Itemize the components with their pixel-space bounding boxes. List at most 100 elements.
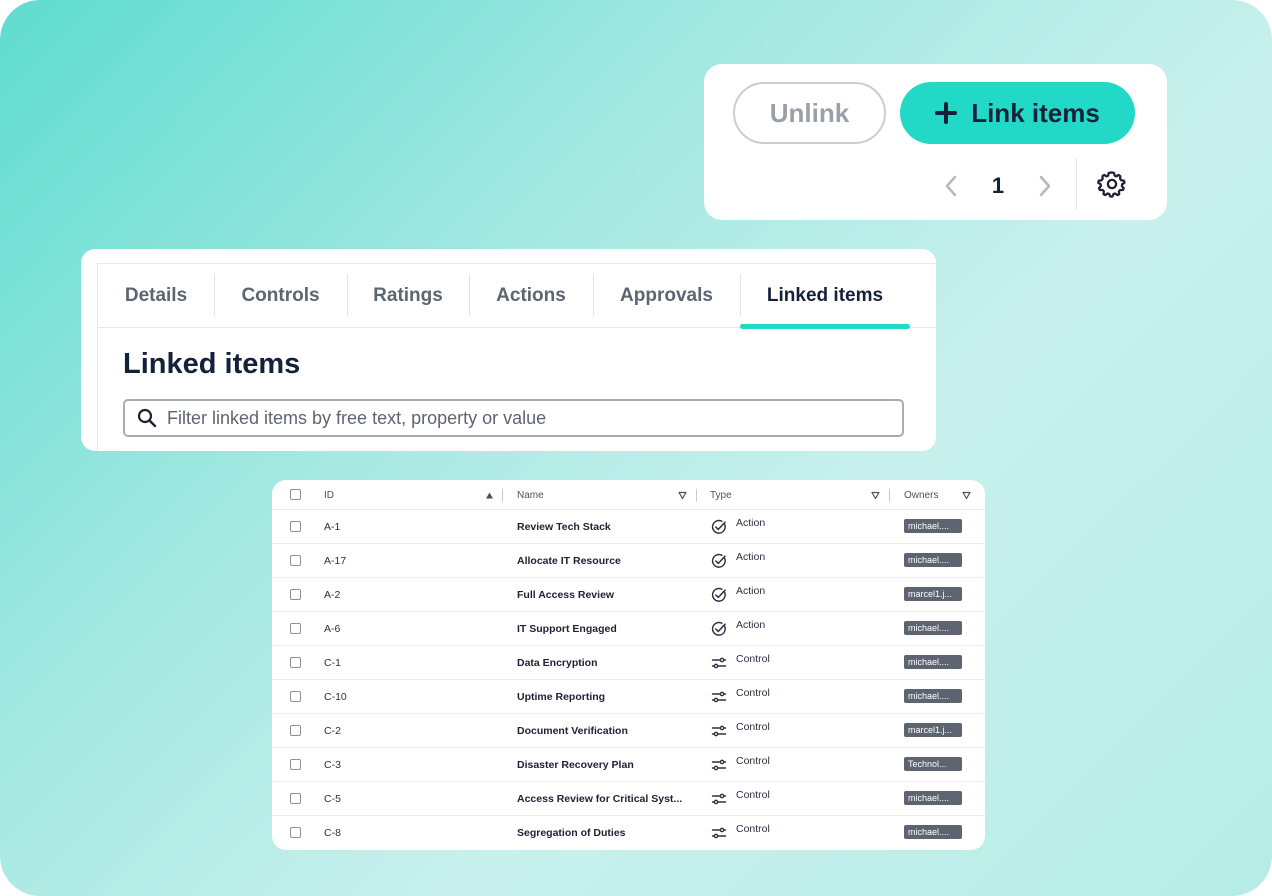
owner-badge[interactable]: marcel1.j... [904, 587, 962, 601]
column-separator [502, 489, 503, 502]
filter-field[interactable] [123, 399, 904, 437]
plus-icon [935, 102, 958, 124]
owner-badge[interactable]: michael.... [904, 553, 962, 567]
search-icon [137, 408, 157, 428]
owner-badge[interactable]: michael.... [904, 519, 962, 533]
row-checkbox[interactable] [290, 827, 301, 838]
row-checkbox[interactable] [290, 623, 301, 634]
chevron-left-icon [945, 175, 957, 197]
row-checkbox[interactable] [290, 589, 301, 600]
owner-badge[interactable]: michael.... [904, 689, 962, 703]
linked-items-panel: Details Controls Ratings Actions Approva… [81, 249, 936, 451]
table-row[interactable]: A-1 Review Tech Stack Action michael.... [272, 510, 985, 544]
row-name[interactable]: Allocate IT Resource [517, 544, 687, 578]
row-id: A-17 [324, 555, 347, 567]
gear-icon[interactable] [1097, 169, 1127, 199]
table-row[interactable]: C-10 Uptime Reporting Control michael.... [272, 680, 985, 714]
table-header: ID Name Type Owners [272, 480, 985, 510]
row-id: C-5 [324, 793, 341, 805]
control-sliders-icon [711, 689, 727, 705]
row-name[interactable]: Access Review for Critical Syst... [517, 782, 687, 816]
link-items-label: Link items [971, 97, 1100, 128]
divider [1076, 158, 1077, 210]
owner-badge[interactable]: Technol... [904, 757, 962, 771]
owner-badge[interactable]: michael.... [904, 791, 962, 805]
owner-badge[interactable]: michael.... [904, 621, 962, 635]
tab-controls[interactable]: Controls [214, 264, 347, 328]
row-name[interactable]: Uptime Reporting [517, 680, 687, 714]
row-type: Action [736, 585, 766, 597]
row-type: Control [736, 687, 770, 699]
row-type: Control [736, 789, 770, 801]
row-checkbox[interactable] [290, 657, 301, 668]
row-name[interactable]: Review Tech Stack [517, 510, 687, 544]
tab-bar: Details Controls Ratings Actions Approva… [98, 264, 936, 329]
tab-linked-items[interactable]: Linked items [740, 264, 910, 329]
owner-badge[interactable]: michael.... [904, 655, 962, 669]
tab-ratings[interactable]: Ratings [347, 264, 469, 328]
row-checkbox[interactable] [290, 691, 301, 702]
column-header-type[interactable]: Type [710, 480, 732, 510]
filter-icon[interactable] [871, 491, 880, 500]
row-id: C-1 [324, 657, 341, 669]
action-check-icon [711, 587, 727, 603]
row-id: A-6 [324, 623, 341, 635]
sort-ascending-icon[interactable] [485, 491, 494, 500]
pagination: 1 [936, 164, 1060, 208]
row-checkbox[interactable] [290, 521, 301, 532]
link-items-button[interactable]: Link items [900, 82, 1135, 144]
current-page: 1 [991, 173, 1005, 198]
table-row[interactable]: A-17 Allocate IT Resource Action michael...… [272, 544, 985, 578]
owner-badge[interactable]: marcel1.j... [904, 723, 962, 737]
row-type: Control [736, 653, 770, 665]
row-name[interactable]: Document Verification [517, 714, 687, 748]
filter-input[interactable] [167, 407, 887, 429]
tab-actions[interactable]: Actions [469, 264, 593, 328]
table-row[interactable]: C-5 Access Review for Critical Syst... Con… [272, 782, 985, 816]
row-type: Control [736, 755, 770, 767]
next-page-button[interactable] [1030, 166, 1060, 206]
row-name[interactable]: IT Support Engaged [517, 612, 687, 646]
row-checkbox[interactable] [290, 725, 301, 736]
table-row[interactable]: C-8 Segregation of Duties Control michael..… [272, 816, 985, 850]
table-row[interactable]: A-6 IT Support Engaged Action michael.... [272, 612, 985, 646]
row-id: C-8 [324, 827, 341, 839]
column-header-name[interactable]: Name [517, 480, 544, 510]
column-separator [889, 489, 890, 502]
row-name[interactable]: Disaster Recovery Plan [517, 748, 687, 782]
select-all-checkbox[interactable] [290, 489, 301, 500]
filter-icon[interactable] [678, 491, 687, 500]
table-row[interactable]: C-3 Disaster Recovery Plan Control Technol.… [272, 748, 985, 782]
previous-page-button[interactable] [936, 166, 966, 206]
table-row[interactable]: C-2 Document Verification Control marcel1.j… [272, 714, 985, 748]
action-check-icon [711, 621, 727, 637]
row-name[interactable]: Data Encryption [517, 646, 687, 680]
unlink-button[interactable]: Unlink [733, 82, 886, 144]
action-check-icon [711, 519, 727, 535]
row-checkbox[interactable] [290, 555, 301, 566]
control-sliders-icon [711, 723, 727, 739]
control-sliders-icon [711, 655, 727, 671]
row-name[interactable]: Full Access Review [517, 578, 687, 612]
row-id: A-2 [324, 589, 341, 601]
table-row[interactable]: A-2 Full Access Review Action marcel1.j... [272, 578, 985, 612]
action-check-icon [711, 553, 727, 569]
row-type: Control [736, 721, 770, 733]
column-header-id[interactable]: ID [324, 480, 334, 510]
linked-items-table: ID Name Type Owners A-1 Review Tech Stack… [272, 480, 985, 850]
column-separator [696, 489, 697, 502]
row-checkbox[interactable] [290, 759, 301, 770]
table-row[interactable]: C-1 Data Encryption Control michael.... [272, 646, 985, 680]
filter-icon[interactable] [962, 491, 971, 500]
tab-details[interactable]: Details [98, 264, 214, 328]
link-actions-panel: Unlink Link items 1 [704, 64, 1167, 220]
page-title: Linked items [123, 348, 301, 380]
row-checkbox[interactable] [290, 793, 301, 804]
row-type: Action [736, 551, 766, 563]
owner-badge[interactable]: michael.... [904, 825, 962, 839]
column-header-owners[interactable]: Owners [904, 480, 938, 510]
tab-approvals[interactable]: Approvals [593, 264, 740, 328]
row-id: A-1 [324, 521, 341, 533]
row-name[interactable]: Segregation of Duties [517, 816, 687, 850]
control-sliders-icon [711, 825, 727, 841]
